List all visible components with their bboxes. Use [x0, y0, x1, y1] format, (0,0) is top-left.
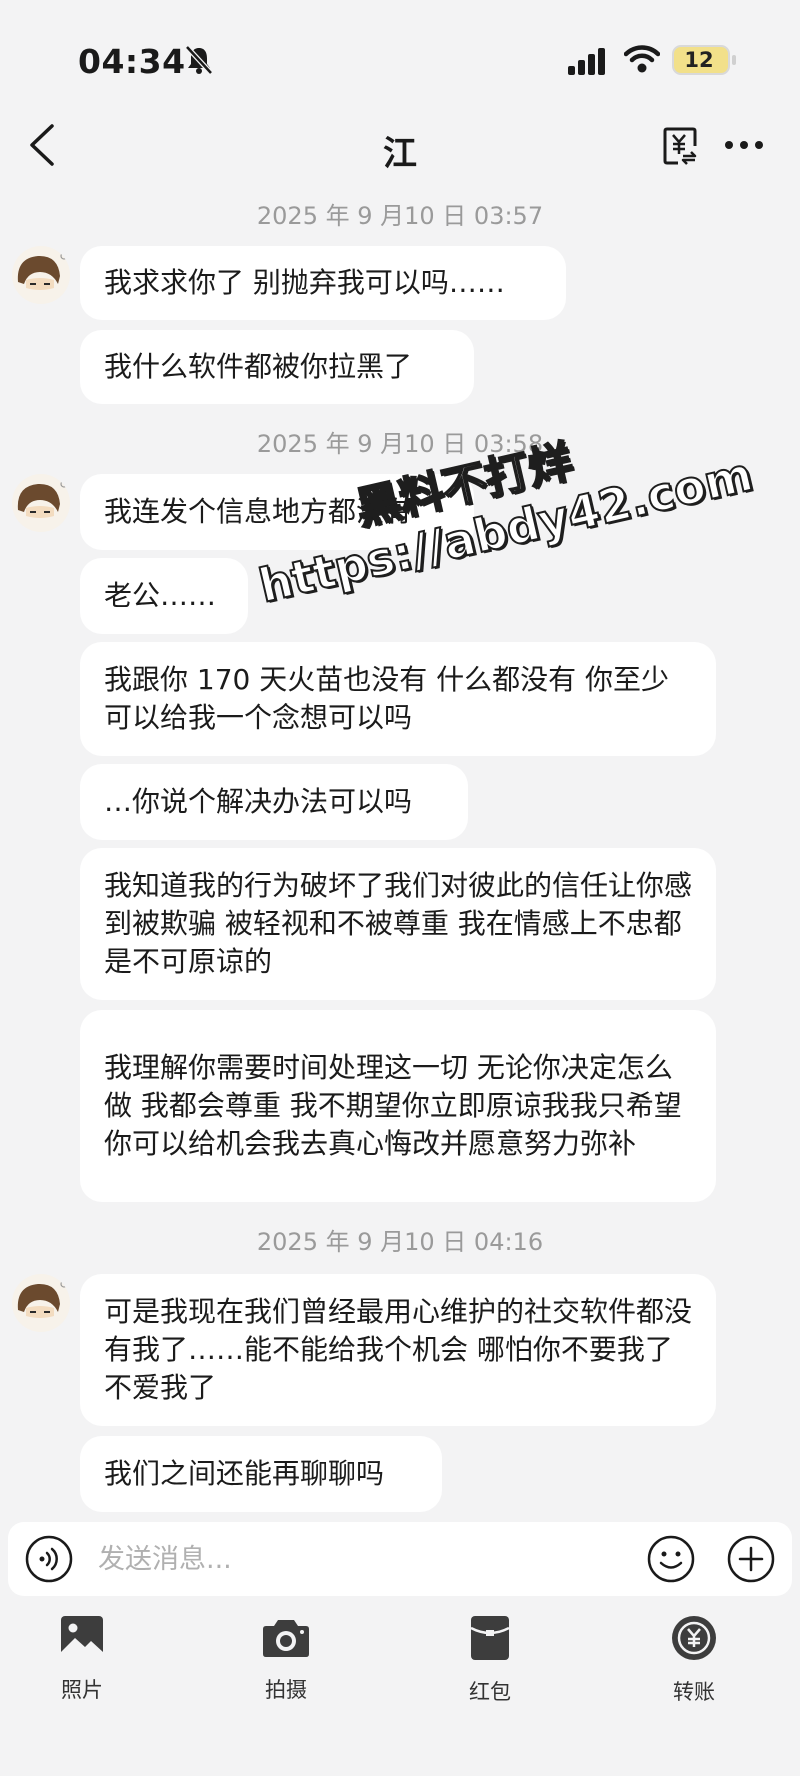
battery-nub [732, 55, 736, 65]
avatar-illustration [17, 1280, 68, 1318]
photo-label: 照片 [61, 1678, 103, 1702]
transfer-money-icon [672, 1616, 716, 1660]
message-bubble[interactable]: 我知道我的行为破坏了我们对彼此的信任让你感到被欺骗 被轻视和不被尊重 我在情感上… [80, 848, 716, 1000]
status-bar: 04:34 12 [0, 0, 800, 120]
contact-avatar[interactable] [12, 1274, 70, 1332]
message-bubble[interactable]: …你说个解决办法可以吗 [80, 764, 468, 840]
transfer-icon[interactable] [662, 126, 698, 166]
message-input-bar [8, 1522, 792, 1596]
transfer-button[interactable]: 转账 [634, 1614, 754, 1714]
message-bubble[interactable]: 我们之间还能再聊聊吗 [80, 1436, 442, 1512]
avatar-illustration [17, 252, 68, 290]
transfer-label: 转账 [673, 1680, 715, 1704]
red-packet-label: 红包 [469, 1680, 511, 1704]
message-timestamp: 2025 年 9 月10 日 03:57 [256, 202, 544, 230]
message-bubble[interactable]: 我求求你了 别抛弃我可以吗…… [80, 246, 566, 320]
camera-icon [263, 1620, 309, 1657]
message-bubble[interactable]: 可是我现在我们曾经最用心维护的社交软件都没有我了……能不能给我个机会 哪怕你不要… [80, 1274, 716, 1426]
mute-bell-icon [185, 45, 213, 75]
avatar-illustration [17, 480, 68, 518]
message-timestamp: 2025 年 9 月10 日 03:58 [256, 430, 544, 458]
message-bubble[interactable]: 我跟你 170 天火苗也没有 什么都没有 你至少可以给我一个念想可以吗 [80, 642, 716, 756]
photo-button[interactable]: 照片 [22, 1614, 142, 1714]
more-options-icon[interactable] [722, 132, 766, 158]
photo-icon [61, 1616, 103, 1658]
status-time: 04:34 [78, 42, 186, 81]
battery-indicator: 12 [672, 45, 730, 75]
contact-avatar[interactable] [12, 474, 70, 532]
message-timestamp: 2025 年 9 月10 日 04:16 [256, 1228, 544, 1256]
message-bubble[interactable]: 我理解你需要时间处理这一切 无论你决定怎么做 我都会尊重 我不期望你立即原谅我我… [80, 1010, 716, 1202]
voice-input-icon[interactable] [24, 1534, 74, 1584]
back-button[interactable] [24, 122, 60, 168]
cellular-signal-icon [568, 48, 605, 75]
emoji-icon[interactable] [646, 1534, 696, 1584]
message-bubble[interactable]: 老公…… [80, 558, 248, 634]
camera-button[interactable]: 拍摄 [226, 1614, 346, 1714]
chat-title: 江 [383, 134, 417, 174]
message-bubble[interactable]: 我连发个信息地方都没有 [80, 474, 474, 550]
red-packet-icon [470, 1616, 510, 1660]
contact-avatar[interactable] [12, 246, 70, 304]
plus-icon[interactable] [726, 1534, 776, 1584]
wifi-icon [624, 45, 660, 73]
battery-level: 12 [684, 48, 714, 72]
red-packet-button[interactable]: 红包 [430, 1614, 550, 1714]
camera-label: 拍摄 [265, 1678, 307, 1702]
message-input[interactable] [98, 1536, 618, 1582]
message-bubble[interactable]: 我什么软件都被你拉黑了 [80, 330, 474, 404]
